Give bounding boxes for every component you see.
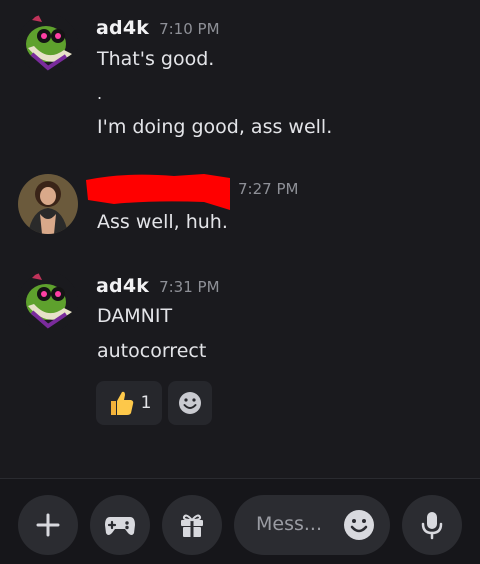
add-reaction-button[interactable] [168,381,212,425]
message-input-placeholder: Mess... [256,513,322,535]
message-text: That's good. [97,48,215,70]
message-header: 7:27 PM [238,180,298,198]
message-text: DAMNIT [97,305,173,327]
croc-avatar-icon [18,14,78,74]
avatar[interactable] [18,272,78,332]
thumbs-up-icon [110,391,133,415]
message-list: ad4k 7:10 PM That's good. . I'm doing go… [0,0,480,478]
message-text: . [97,84,103,103]
gift-button[interactable] [162,495,222,555]
message-input[interactable]: Mess... [234,495,390,555]
timestamp: 7:31 PM [159,278,220,296]
add-emoji-icon [179,392,201,414]
emoji-icon [344,510,374,540]
plus-icon [36,513,60,537]
gamepad-icon [105,517,135,535]
message-text: I'm doing good, ass well. [97,116,333,138]
reaction-thumbs-up[interactable]: 1 [96,381,162,425]
gift-icon [181,514,203,537]
username[interactable]: ad4k [96,17,149,39]
message-text: Ass well, huh. [97,211,228,233]
message-text: autocorrect [97,340,207,362]
microphone-icon [421,512,443,540]
add-button[interactable] [18,495,78,555]
timestamp: 7:27 PM [238,180,299,198]
activities-button[interactable] [90,495,150,555]
voice-message-button[interactable] [402,495,462,555]
message-header: ad4k 7:10 PM [96,17,220,39]
avatar[interactable] [18,174,78,234]
timestamp: 7:10 PM [159,20,220,38]
message-header: ad4k 7:31 PM [96,275,220,297]
emoji-picker-button[interactable] [342,508,376,546]
avatar[interactable] [18,14,78,74]
profile-photo-icon [18,174,78,234]
composer-bar: Mess... [0,478,480,564]
reaction-count: 1 [140,393,152,413]
username[interactable]: ad4k [96,275,149,297]
redaction-mark [84,170,232,214]
croc-avatar-icon [18,272,78,332]
